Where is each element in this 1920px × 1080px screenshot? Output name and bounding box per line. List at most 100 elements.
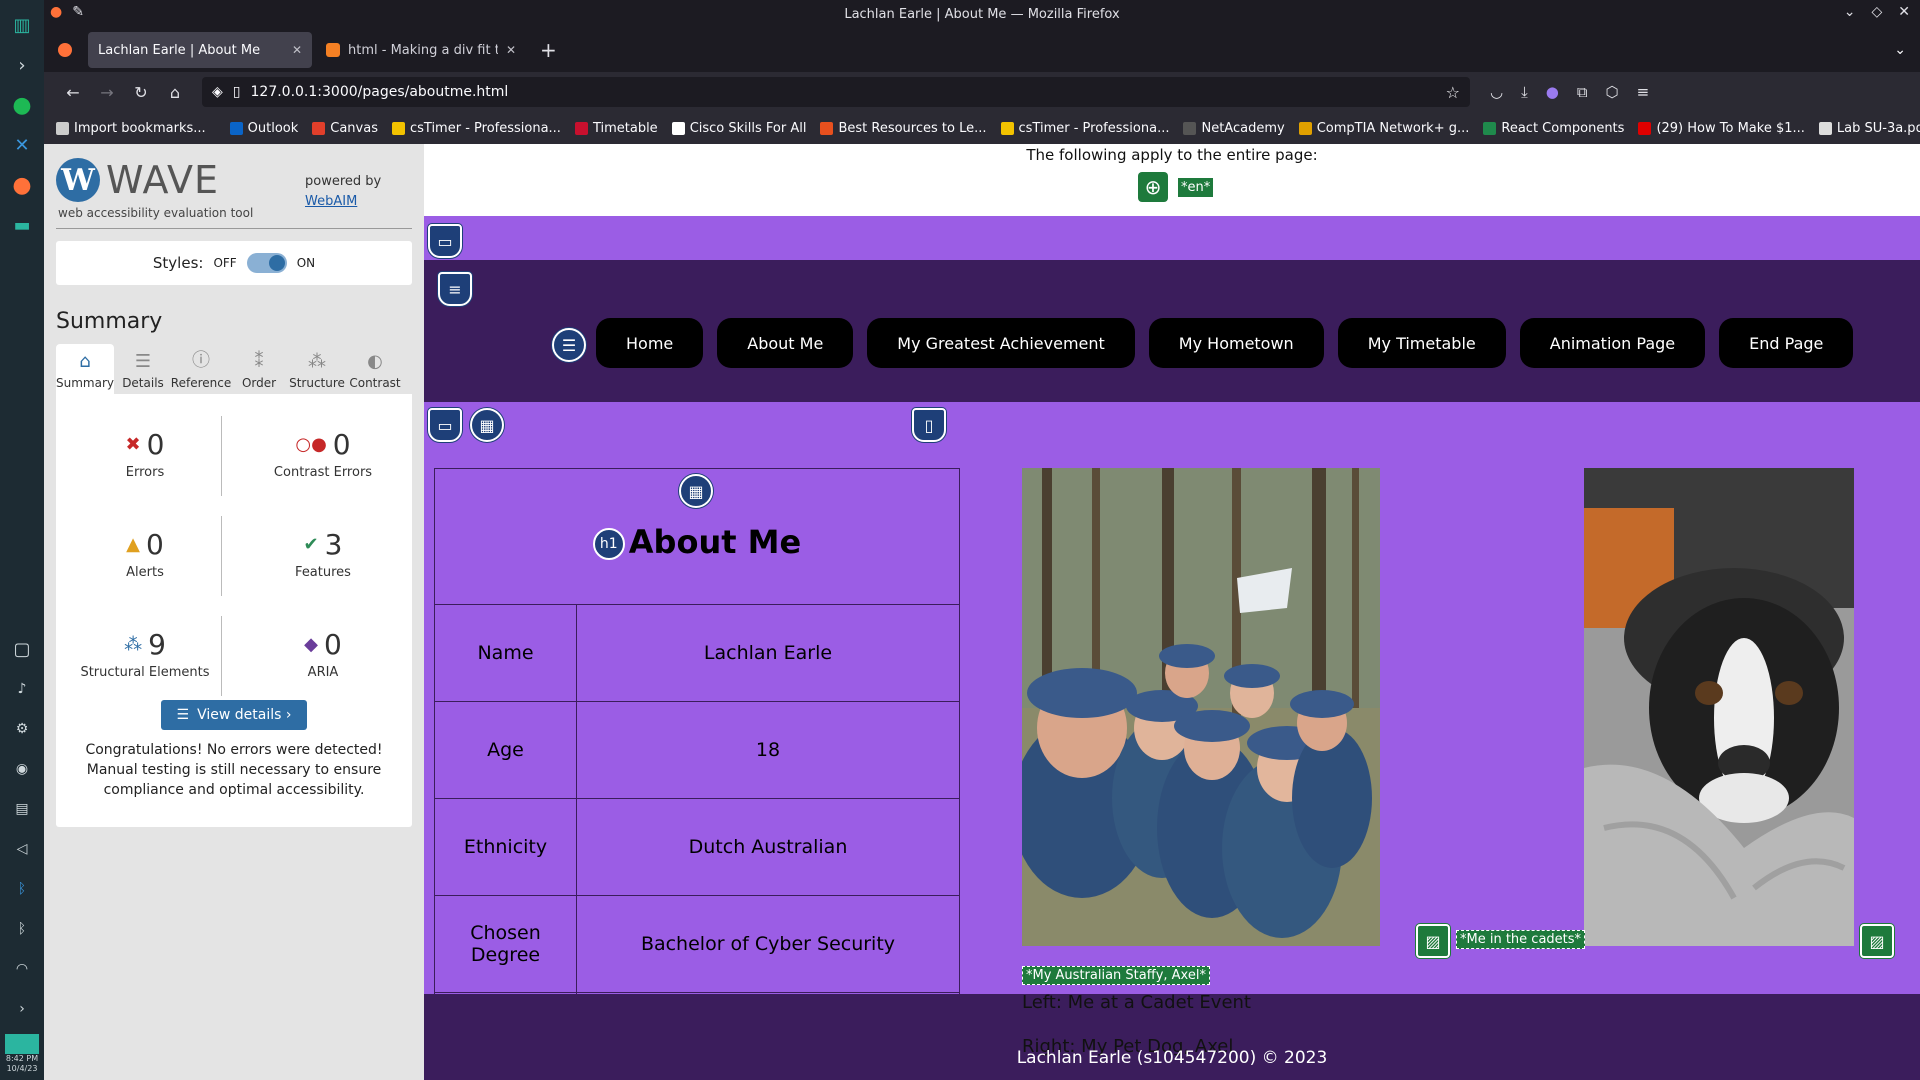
spotify-icon[interactable]: ● <box>7 90 37 120</box>
nav-button[interactable]: My Greatest Achievement <box>867 318 1135 368</box>
image-alt-icon[interactable]: ▨ <box>1860 924 1894 958</box>
header-region-icon[interactable]: ▭ <box>428 224 462 258</box>
tab-stackoverflow[interactable]: html - Making a div fit the i ✕ <box>316 32 526 68</box>
notifications-icon[interactable]: ♪ <box>7 674 37 704</box>
dog-alt-text: *My Australian Staffy, Axel* <box>1022 966 1210 985</box>
firefox-icon[interactable]: ● <box>7 170 37 200</box>
tab-details[interactable]: ☰ Details <box>114 344 172 394</box>
expand-icon[interactable]: › <box>7 994 37 1024</box>
reload-icon[interactable]: ↻ <box>124 83 158 102</box>
image-alt-icon[interactable]: ▨ <box>1416 924 1450 958</box>
bookmark-favicon-icon <box>1483 121 1497 135</box>
bookmark-item[interactable]: CompTIA Network+ g... <box>1298 121 1469 136</box>
list-structure-icon[interactable]: ☰ <box>552 328 586 362</box>
nav-button[interactable]: Home <box>596 318 704 368</box>
close-tab-icon[interactable]: ✕ <box>292 43 302 57</box>
wifi-icon[interactable]: ◠ <box>7 954 37 984</box>
nav-button[interactable]: Animation Page <box>1519 318 1706 368</box>
url-bar[interactable]: ◈ ▯ 127.0.0.1:3000/pages/aboutme.html ☆ <box>202 77 1470 107</box>
pin-icon[interactable]: ✎ <box>72 4 84 20</box>
bluetooth-icon[interactable]: ᛒ <box>7 874 37 904</box>
stat-item[interactable]: ▲ 0 Alerts <box>56 516 234 616</box>
bookmark-item[interactable]: React Components <box>1483 121 1624 136</box>
about-me-heading: About Me <box>628 522 802 561</box>
tab-label: Details <box>122 376 164 390</box>
desktop-icon[interactable]: ▢ <box>7 634 37 664</box>
tab-reference[interactable]: ⓘ Reference <box>171 344 231 394</box>
nav-button[interactable]: My Timetable <box>1337 318 1506 368</box>
new-tab-icon[interactable]: + <box>540 38 557 62</box>
nav-button[interactable]: My Hometown <box>1148 318 1324 368</box>
stat-count: 3 <box>324 528 343 561</box>
home-icon[interactable]: ⌂ <box>158 83 192 102</box>
view-details-button[interactable]: ☰ View details › <box>161 700 307 730</box>
bookmark-label: Outlook <box>247 120 299 136</box>
summary-panel: ✖ 0 Errors ○● 0 Contrast Errors ▲ 0 Alerts ✔ 3 Feat… <box>56 394 412 827</box>
nav-button[interactable]: End Page <box>1719 318 1854 368</box>
firefox-view-button[interactable] <box>50 32 84 68</box>
vscode-icon[interactable]: ✕ <box>7 130 37 160</box>
stat-item[interactable]: ✔ 3 Features <box>234 516 412 616</box>
menu-icon[interactable]: ≡ <box>1637 83 1650 101</box>
bookmark-item[interactable]: NetAcademy <box>1183 121 1285 136</box>
bookmark-item[interactable]: Cisco Skills For All <box>671 121 806 136</box>
aside-region-icon[interactable]: ▯ <box>912 408 946 442</box>
tab-order[interactable]: ⁑ Order <box>230 344 288 394</box>
bookmark-item[interactable]: csTimer - Professiona... <box>391 121 561 136</box>
forward-icon[interactable]: → <box>90 83 124 102</box>
accessibility-icon[interactable]: ◉ <box>7 754 37 784</box>
bookmark-item[interactable]: Best Resources to Le... <box>820 121 987 136</box>
page-icon[interactable]: ▯ <box>233 84 241 100</box>
account-icon[interactable]: ● <box>1546 83 1559 101</box>
bluetooth-status-icon[interactable]: ᛒ <box>7 914 37 944</box>
extensions-icon[interactable]: ⬡ <box>1606 83 1619 101</box>
terminal-icon[interactable]: › <box>7 50 37 80</box>
styles-toggle[interactable] <box>246 253 287 273</box>
app-grid-icon[interactable]: ▥ <box>7 10 37 40</box>
nav-button[interactable]: About Me <box>717 318 854 368</box>
bookmark-item[interactable]: Lab SU-3a.pdf <box>1818 121 1920 136</box>
close-window-icon[interactable]: ✕ <box>1898 4 1910 20</box>
files-icon[interactable]: ▬ <box>7 210 37 240</box>
settings-icon[interactable]: ⚙ <box>7 714 37 744</box>
stat-divider <box>221 416 222 496</box>
info-icon: ⓘ <box>192 350 210 371</box>
maximize-icon[interactable]: ◇ <box>1871 4 1882 20</box>
tab-structure[interactable]: ⁂ Structure <box>288 344 346 394</box>
row-value: Dutch Australian <box>576 798 960 896</box>
close-tab-icon[interactable]: ✕ <box>506 43 516 57</box>
tab-about-me[interactable]: Lachlan Earle | About Me ✕ <box>88 32 312 68</box>
globe-icon[interactable]: ⊕ <box>1138 172 1168 202</box>
table-icon[interactable]: ▦ <box>470 408 504 442</box>
navigation-region-icon[interactable]: ≡ <box>438 272 472 306</box>
language-notice: The following apply to the entire page: … <box>424 144 1920 216</box>
url-text: 127.0.0.1:3000/pages/aboutme.html <box>250 84 509 100</box>
webaim-link[interactable]: WebAIM <box>305 194 357 209</box>
pocket-icon[interactable]: ◡ <box>1490 83 1503 101</box>
shield-icon[interactable]: ◈ <box>212 84 223 100</box>
main-region-icon[interactable]: ▭ <box>428 408 462 442</box>
bookmark-star-icon[interactable]: ☆ <box>1446 83 1460 102</box>
minimize-icon[interactable]: ⌄ <box>1844 4 1856 20</box>
workspace-icon[interactable] <box>5 1034 39 1054</box>
list-all-tabs-icon[interactable]: ⌄ <box>1894 42 1906 58</box>
tab-summary[interactable]: ⌂ Summary <box>56 344 114 394</box>
bookmark-item[interactable]: Outlook <box>229 120 299 136</box>
bookmark-item[interactable]: (29) How To Make $1... <box>1638 121 1805 136</box>
clipboard-icon[interactable]: ▤ <box>7 794 37 824</box>
screenshot-icon[interactable]: ⧉ <box>1577 83 1588 101</box>
stat-item[interactable]: ○● 0 Contrast Errors <box>234 416 412 516</box>
bookmark-item[interactable]: Import bookmarks... <box>56 121 206 136</box>
bookmark-item[interactable]: csTimer - Professiona... <box>1000 121 1169 136</box>
nav-bar: ← → ↻ ⌂ ◈ ▯ 127.0.0.1:3000/pages/aboutme… <box>44 72 1920 112</box>
footer-text: Lachlan Earle (s104547200) © 2023 <box>1016 1048 1328 1068</box>
window-controls: ⌄ ◇ ✕ <box>1844 4 1910 20</box>
tab-contrast[interactable]: ◐ Contrast <box>346 344 404 394</box>
bookmark-item[interactable]: Canvas <box>312 121 378 136</box>
volume-icon[interactable]: ◁ <box>7 834 37 864</box>
back-icon[interactable]: ← <box>56 83 90 102</box>
downloads-icon[interactable]: ⤓ <box>1521 83 1528 101</box>
stat-item[interactable]: ✖ 0 Errors <box>56 416 234 516</box>
table-caption-icon[interactable]: ▦ <box>679 474 713 508</box>
bookmark-item[interactable]: Timetable <box>574 121 658 136</box>
